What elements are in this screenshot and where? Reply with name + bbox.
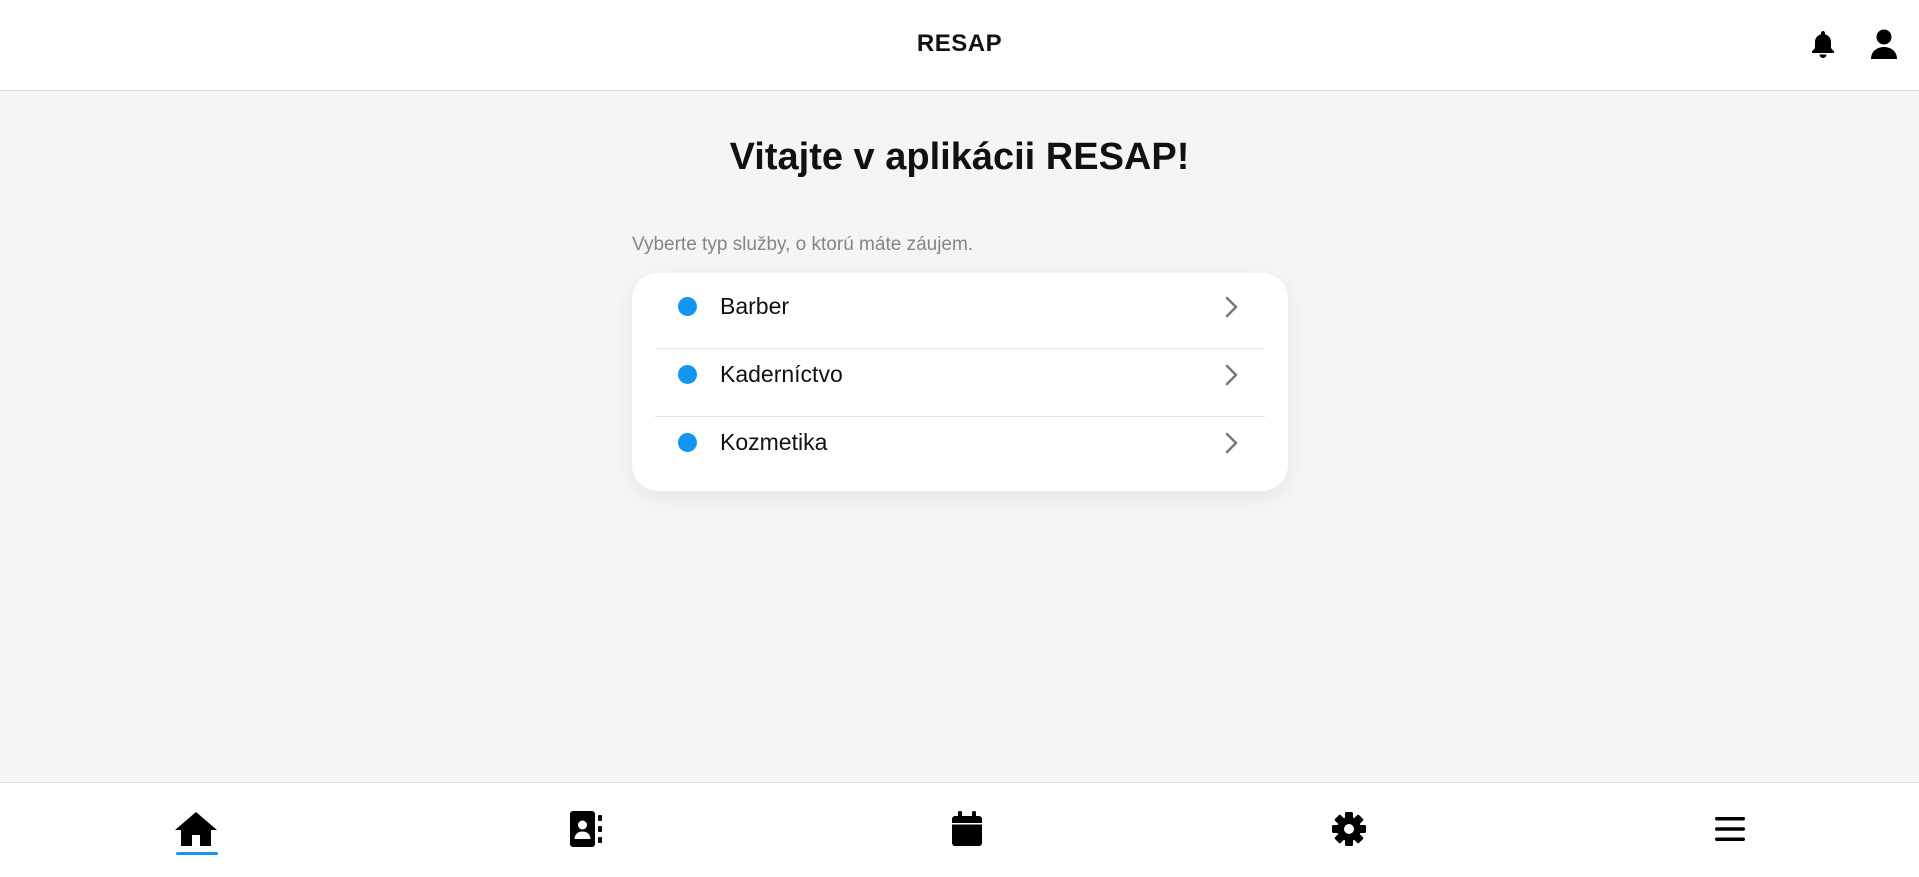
service-item-label: Kozmetika xyxy=(720,429,828,455)
chevron-right-icon xyxy=(1219,363,1243,387)
service-item-label: Barber xyxy=(720,293,790,319)
service-item-label: Kaderníctvo xyxy=(720,361,843,387)
calendar-icon[interactable] xyxy=(943,805,991,853)
menu-icon[interactable] xyxy=(1706,805,1754,853)
service-list-card: Barber Kaderníctvo Kozmetika xyxy=(632,273,1288,491)
bell-icon[interactable] xyxy=(1806,27,1840,61)
chevron-right-icon xyxy=(1219,431,1243,455)
home-icon[interactable] xyxy=(172,805,220,853)
bottom-nav xyxy=(0,782,1919,877)
service-item-kadernictvo[interactable]: Kaderníctvo xyxy=(655,341,1265,408)
service-item-barber[interactable]: Barber xyxy=(655,273,1265,340)
settings-icon[interactable] xyxy=(1325,805,1373,853)
app-title: RESAP xyxy=(916,30,1003,57)
bullet-dot-icon xyxy=(678,433,697,452)
chevron-right-icon xyxy=(1219,295,1243,319)
service-prompt: Vyberte typ služby, o ktorú máte záujem. xyxy=(632,234,974,255)
bullet-dot-icon xyxy=(678,365,697,384)
service-item-kozmetika[interactable]: Kozmetika xyxy=(655,409,1265,476)
bullet-dot-icon xyxy=(678,297,697,316)
user-icon[interactable] xyxy=(1867,27,1901,61)
contacts-icon[interactable] xyxy=(562,805,610,853)
active-tab-indicator xyxy=(176,852,218,855)
top-header: RESAP xyxy=(0,0,1919,91)
welcome-heading: Vitajte v aplikácii RESAP! xyxy=(729,136,1190,178)
